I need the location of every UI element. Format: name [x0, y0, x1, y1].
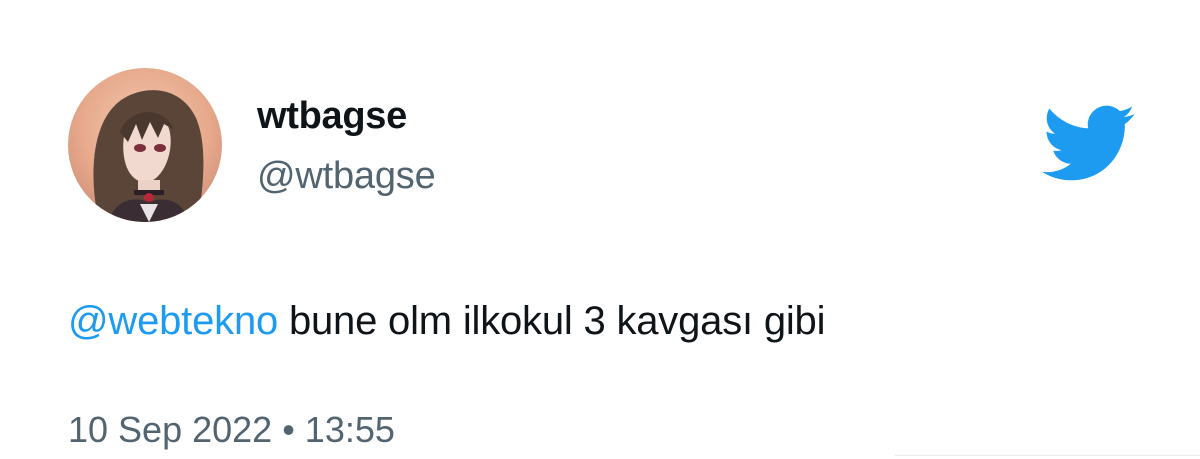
avatar-image — [68, 68, 222, 222]
timestamp-separator: • — [272, 409, 305, 450]
tweet-body: bune olm ilkokul 3 kavgası gibi — [278, 299, 826, 343]
mention-link[interactable]: @webtekno — [68, 299, 278, 343]
avatar[interactable] — [68, 68, 222, 222]
tweet-date: 10 Sep 2022 — [68, 409, 273, 450]
user-handle[interactable]: @wtbagse — [257, 154, 436, 198]
twitter-bird-icon[interactable] — [1042, 104, 1136, 184]
tweet-card: wtbagse @wtbagse @webtekno bune olm ilko… — [0, 0, 1200, 459]
divider — [895, 455, 1200, 456]
display-name[interactable]: wtbagse — [257, 94, 407, 138]
tweet-text: @webtekno bune olm ilkokul 3 kavgası gib… — [68, 296, 825, 346]
tweet-time: 13:55 — [304, 409, 395, 450]
tweet-timestamp[interactable]: 10 Sep 2022 • 13:55 — [68, 408, 395, 452]
twitter-logo-svg — [1042, 105, 1135, 181]
